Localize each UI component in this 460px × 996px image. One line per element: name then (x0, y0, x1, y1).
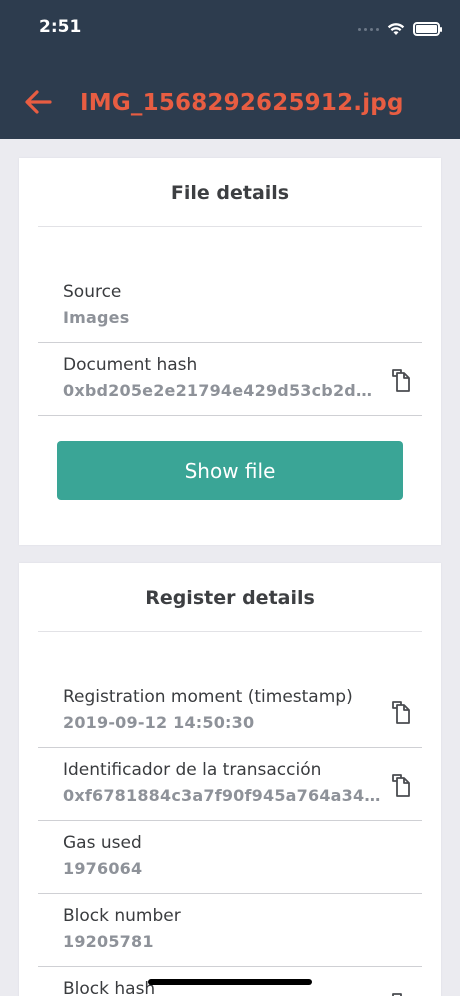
register-details-title: Register details (145, 587, 315, 609)
battery-icon (413, 22, 442, 36)
block-hash-label: Block hash (63, 979, 156, 996)
block-number-label: Block number (63, 906, 181, 926)
document-hash-label: Document hash (63, 355, 198, 375)
gas-used-value: 1976064 (63, 859, 143, 878)
transaction-id-row: Identificador de la transacción 0xf67818… (38, 748, 422, 821)
show-file-button[interactable]: Show file (57, 441, 403, 500)
timestamp-row: Registration moment (timestamp) 2019-09-… (38, 675, 422, 748)
gas-used-row: Gas used 1976064 (38, 821, 422, 894)
wifi-icon (387, 23, 405, 35)
copy-icon[interactable] (388, 368, 412, 394)
copy-icon[interactable] (388, 992, 412, 996)
transaction-id-value[interactable]: 0xf6781884c3a7f90f945a764a34... (63, 786, 383, 805)
source-row: Source Images (38, 270, 422, 343)
block-number-value: 19205781 (63, 932, 154, 951)
copy-icon[interactable] (388, 700, 412, 726)
transaction-id-label: Identificador de la transacción (63, 760, 322, 780)
page-title: IMG_1568292625912.jpg (80, 90, 404, 116)
divider (38, 631, 422, 632)
status-icons (358, 19, 442, 39)
source-label: Source (63, 282, 122, 302)
divider (38, 226, 422, 227)
register-details-card: Register details Registration moment (ti… (19, 563, 441, 996)
gas-used-label: Gas used (63, 833, 142, 853)
source-value: Images (63, 308, 130, 327)
timestamp-value[interactable]: 2019-09-12 14:50:30 (63, 713, 383, 732)
app-header: 2:51 IMG_1568292625912.jpg (0, 0, 460, 139)
document-hash-value[interactable]: 0xbd205e2e21794e429d53cb2de... (63, 381, 383, 400)
file-details-title: File details (170, 182, 290, 204)
arrow-left-icon (25, 90, 52, 114)
block-number-row: Block number 19205781 (38, 894, 422, 967)
back-button[interactable] (22, 86, 54, 118)
home-indicator[interactable] (148, 979, 312, 985)
signal-icon (358, 27, 379, 31)
file-details-card: File details Source Images Document hash… (19, 158, 441, 545)
status-time: 2:51 (39, 17, 82, 37)
timestamp-label: Registration moment (timestamp) (63, 687, 353, 707)
copy-icon[interactable] (388, 773, 412, 799)
document-hash-row: Document hash 0xbd205e2e21794e429d53cb2d… (38, 343, 422, 416)
divider (38, 415, 422, 416)
